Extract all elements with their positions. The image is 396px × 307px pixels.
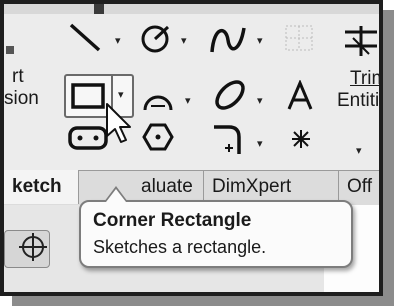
point-icon[interactable]	[290, 128, 312, 155]
line-icon[interactable]	[68, 22, 104, 59]
smart-dimension-icon[interactable]	[138, 19, 176, 62]
tooltip-title: Corner Rectangle	[93, 210, 252, 231]
tooltip-description: Sketches a rectangle.	[93, 237, 267, 257]
trim-dropdown[interactable]: ▾	[356, 144, 362, 157]
tab-evaluate[interactable]: aluate	[78, 170, 203, 204]
trim-entities-icon[interactable]	[341, 24, 379, 63]
arc-icon[interactable]	[141, 84, 175, 119]
trim-label[interactable]: Trim	[350, 68, 379, 90]
text-icon[interactable]	[284, 79, 316, 117]
convert-label-part1: rt	[12, 66, 24, 87]
tooltip: Corner Rectangle Sketches a rectangle.	[79, 200, 353, 268]
arc-dropdown[interactable]: ▾	[185, 94, 191, 107]
rectangle-dropdown[interactable]: ▾	[118, 88, 124, 101]
top-notch	[94, 4, 104, 14]
line-dropdown[interactable]: ▾	[115, 34, 121, 47]
tab-dimxpert[interactable]: DimXpert	[203, 170, 338, 204]
corner-rectangle-icon	[70, 82, 106, 115]
frame-shadow-bottom	[12, 296, 394, 306]
top-bar	[4, 4, 379, 14]
tab-sketch[interactable]: ketch	[4, 170, 78, 204]
frame-shadow-right	[383, 10, 394, 300]
spline-icon[interactable]	[208, 22, 248, 61]
convert-label-part2: sion	[4, 88, 39, 109]
partial-icon	[4, 42, 18, 56]
spline-dropdown[interactable]: ▾	[257, 34, 263, 47]
polygon-icon[interactable]	[141, 122, 175, 157]
cursor-icon	[104, 102, 132, 151]
screenshot-frame: rt sion ▾ ▾ ▾ ▾ ▾ ▾ Trim Entiti	[0, 0, 383, 296]
fillet-icon[interactable]	[211, 122, 243, 161]
dimension-dropdown[interactable]: ▾	[181, 34, 187, 47]
entities-label[interactable]: Entiti	[337, 90, 379, 112]
fillet-dropdown[interactable]: ▾	[257, 137, 263, 150]
ellipse-dropdown[interactable]: ▾	[257, 94, 263, 107]
grid-icon[interactable]	[284, 24, 314, 57]
target-icon[interactable]	[18, 232, 48, 267]
ellipse-icon[interactable]	[211, 76, 249, 119]
tooltip-pointer	[106, 189, 126, 202]
slot-icon[interactable]	[68, 126, 108, 155]
tab-office[interactable]: Off	[338, 170, 379, 204]
